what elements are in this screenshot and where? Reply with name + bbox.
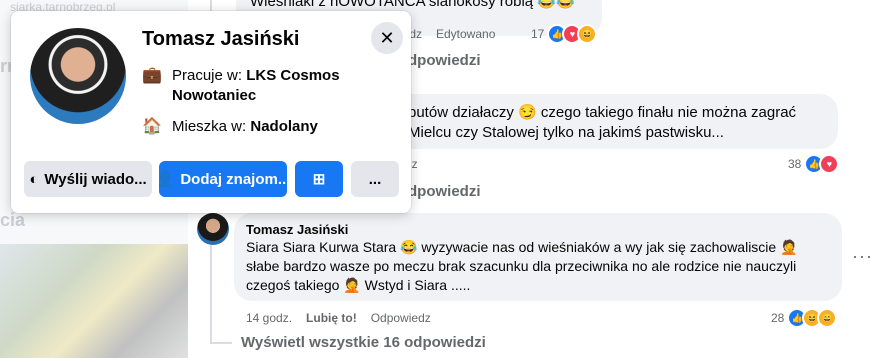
- reply-link[interactable]: Odpowiedz: [371, 311, 431, 325]
- comment-author[interactable]: Tomasz Jasiński: [246, 221, 830, 238]
- comment-text-line: czegoś takiego 🤦 Wstyd i Siara .....: [246, 277, 471, 293]
- reaction-count: 28: [771, 311, 785, 325]
- close-icon[interactable]: ✕: [371, 22, 403, 54]
- commenter-avatar[interactable]: [197, 213, 229, 245]
- work-place-link-line2[interactable]: Nowotaniec: [172, 87, 256, 104]
- reactions-summary-1[interactable]: 17 👍 ♥ 😆: [531, 24, 598, 44]
- view-replies-link[interactable]: dpowiedzi: [408, 52, 481, 69]
- view-all-replies-link[interactable]: Wyświetl wszystkie 16 odpowiedzi: [241, 334, 486, 351]
- reactions-summary-3[interactable]: 28 👍 😆 😄: [771, 308, 838, 328]
- add-friend-button[interactable]: 👤 Dodaj znajom...: [159, 161, 287, 197]
- profile-avatar[interactable]: [30, 28, 126, 124]
- work-prefix: Pracuje w:: [172, 67, 247, 84]
- comment-text-line: słabe bardzo wasze po meczu brak szacunk…: [246, 258, 797, 274]
- reaction-count: 38: [788, 157, 802, 171]
- thread-line-branch: [210, 342, 232, 344]
- plus-box-icon: ⊞: [312, 171, 326, 188]
- add-friend-icon: 👤: [159, 171, 175, 188]
- like-link[interactable]: Lubię to!: [306, 311, 357, 325]
- work-info: 💼 Pracuje w: LKS Cosmos Nowotaniec: [142, 66, 340, 106]
- comment-bubble-3: Tomasz Jasiński Siara Siara Kurwa Stara …: [234, 213, 842, 301]
- comment-text-line: butów działaczy 😏 czego takiego finału n…: [408, 104, 797, 121]
- house-icon: 🏠: [142, 118, 162, 135]
- view-replies-link-2[interactable]: dpowiedzi: [408, 183, 481, 200]
- love-reaction-icon: ♥: [819, 154, 840, 174]
- follow-button[interactable]: ⊞: [295, 161, 343, 197]
- messenger-icon: ◐: [29, 170, 39, 188]
- reaction-count: 17: [531, 27, 545, 41]
- home-prefix: Mieszka w:: [172, 118, 251, 135]
- comment-bubble-2: butów działaczy 😏 czego takiego finału n…: [396, 94, 838, 149]
- edited-label: Edytowano: [436, 27, 496, 41]
- background-text-cia: cia: [0, 210, 26, 230]
- comment-actions-3: 14 godz. Lubię to! Odpowiedz: [246, 311, 431, 325]
- send-message-button[interactable]: ◐ Wyślij wiado...: [24, 161, 152, 197]
- profile-name[interactable]: Tomasz Jasiński: [142, 28, 299, 51]
- more-options-button[interactable]: ...: [351, 161, 399, 197]
- comment-options-icon[interactable]: ···: [852, 246, 870, 267]
- reactions-summary-2[interactable]: 38 👍 ♥: [788, 154, 840, 174]
- haha-reaction-icon: 😆: [577, 24, 598, 44]
- work-place-link[interactable]: LKS Cosmos: [246, 67, 339, 84]
- comment-actions-1: Odpowiedz Edytowano: [406, 27, 496, 41]
- home-info: 🏠 Mieszka w: Nadolany: [142, 117, 318, 137]
- care-reaction-icon: 😄: [817, 308, 838, 328]
- home-place-link[interactable]: Nadolany: [250, 118, 318, 135]
- profile-hover-card: Tomasz Jasiński ✕ 💼 Pracuje w: LKS Cosmo…: [11, 11, 411, 213]
- comment-text-line: Siara Siara Kurwa Stara 😂 wyzywacie nas …: [246, 239, 798, 255]
- briefcase-icon: 💼: [142, 67, 162, 84]
- comment-timestamp[interactable]: 14 godz.: [246, 311, 292, 325]
- comment-text-line: Mielcu czy Stalowej tylko na jakimś past…: [408, 124, 724, 141]
